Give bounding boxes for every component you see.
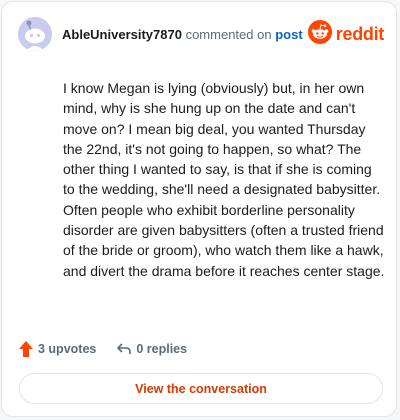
upvotes-count: 3 upvotes [38, 342, 97, 356]
comment-body: I know Megan is lying (obviously) but, i… [63, 80, 385, 279]
reddit-brand[interactable]: reddit [307, 19, 385, 49]
action-text: commented on [185, 27, 272, 42]
replies-count: 0 replies [136, 342, 188, 356]
comment-header: AbleUniversity7870 commented on post red… [18, 17, 384, 51]
reply-arrow-icon [116, 341, 132, 357]
comment-attribution: AbleUniversity7870 commented on post [62, 27, 303, 43]
post-link[interactable]: post [275, 27, 302, 42]
view-conversation-button[interactable]: View the conversation [19, 373, 383, 404]
upvote-arrow-icon [18, 340, 34, 358]
default-user-avatar-icon[interactable] [18, 17, 52, 51]
reddit-wordmark: reddit [335, 23, 385, 44]
reddit-snoo-icon [307, 19, 332, 49]
username-link[interactable]: AbleUniversity7870 [62, 27, 182, 42]
comment-stats: 3 upvotes 0 replies [18, 339, 187, 359]
replies-stat: 0 replies [116, 341, 187, 357]
comment-card: AbleUniversity7870 commented on post red… [1, 1, 397, 417]
upvotes-stat: 3 upvotes [18, 340, 96, 358]
